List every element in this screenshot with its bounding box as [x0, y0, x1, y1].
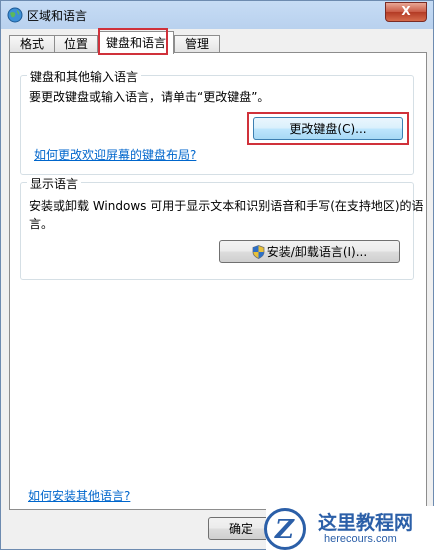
- tab-formats[interactable]: 格式: [9, 35, 55, 53]
- display-description-line1: 安装或卸载 Windows 可用于显示文本和识别语音和手写(在支持地区)的语: [29, 199, 424, 213]
- keyboard-group-legend: 键盘和其他输入语言: [27, 68, 142, 85]
- display-description-line2: 言。: [29, 217, 54, 231]
- title-bar[interactable]: 区域和语言 X: [1, 1, 433, 29]
- install-more-languages-link[interactable]: 如何安装其他语言?: [28, 487, 130, 504]
- region-language-dialog: 区域和语言 X 格式 位置 键盘和语言 管理 键盘和其他输入语言 要更改键盘或输…: [0, 0, 434, 550]
- watermark-subtitle: herecours.com: [324, 533, 397, 545]
- install-language-button[interactable]: 安装/卸载语言(I)...: [219, 240, 400, 263]
- watermark-logo: Z: [264, 508, 306, 550]
- watermark-title: 这里教程网: [318, 512, 414, 534]
- install-language-label: 安装/卸载语言(I)...: [266, 245, 368, 259]
- keyboard-description: 要更改键盘或输入语言，请单击“更改键盘”。: [29, 90, 270, 104]
- tab-administrative[interactable]: 管理: [174, 35, 220, 53]
- display-group-legend: 显示语言: [27, 175, 82, 192]
- close-button[interactable]: X: [385, 2, 427, 22]
- change-keyboard-button[interactable]: 更改键盘(C)...: [253, 117, 403, 140]
- tab-location[interactable]: 位置: [54, 35, 98, 53]
- welcome-keyboard-link[interactable]: 如何更改欢迎屏幕的键盘布局?: [34, 146, 196, 163]
- watermark-logo-letter: Z: [275, 515, 294, 545]
- tab-strip: 格式 位置 键盘和语言 管理: [9, 31, 427, 54]
- window-title: 区域和语言: [27, 9, 88, 23]
- tab-panel: 键盘和其他输入语言 要更改键盘或输入语言，请单击“更改键盘”。 更改键盘(C).…: [9, 52, 427, 510]
- display-language-group: 显示语言 安装或卸载 Windows 可用于显示文本和识别语音和手写(在支持地区…: [20, 175, 424, 280]
- uac-shield-icon: [252, 245, 265, 259]
- globe-icon: [7, 7, 23, 23]
- tab-highlight-box: [98, 28, 168, 55]
- watermark: Z 这里教程网 herecours.com: [264, 506, 434, 550]
